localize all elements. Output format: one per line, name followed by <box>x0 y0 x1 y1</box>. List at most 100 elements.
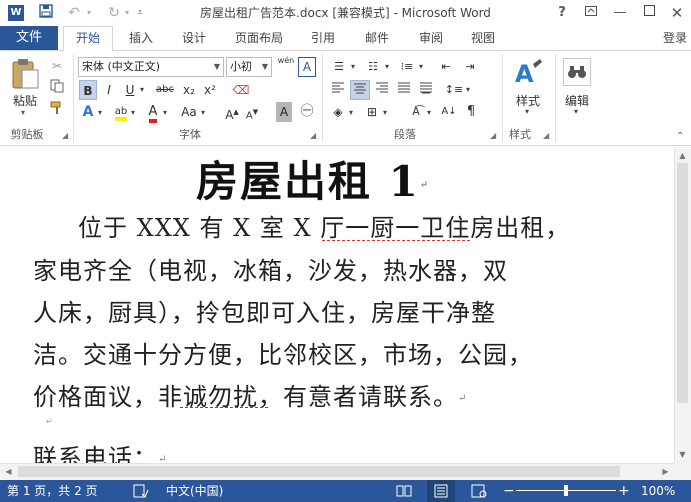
text-effects-icon[interactable]: A <box>79 102 97 122</box>
language-status[interactable]: 中文(中国) <box>166 480 223 502</box>
minimize-button[interactable]: — <box>609 3 631 23</box>
scroll-up-icon[interactable]: ▲ <box>674 147 691 164</box>
shading-icon[interactable]: ◈ <box>328 102 348 122</box>
multilevel-list-icon[interactable]: ⁝≡ <box>396 57 418 77</box>
character-border-button[interactable]: A <box>298 57 316 77</box>
show-marks-icon[interactable]: ¶ <box>462 102 480 122</box>
zoom-slider[interactable] <box>516 485 616 496</box>
styles-button[interactable]: A 样式 ▾ <box>508 56 548 116</box>
bold-button[interactable]: B <box>79 80 97 100</box>
chinese-layout-icon[interactable]: A͡ <box>406 102 426 122</box>
font-size-select[interactable]: 小初 ▼ <box>226 57 272 77</box>
borders-icon[interactable]: ⊞ <box>362 102 382 122</box>
styles-launcher-icon[interactable]: ◢ <box>543 131 549 140</box>
font-family-select[interactable]: 宋体 (中文正文) ▼ <box>78 57 224 77</box>
shrink-font-icon[interactable]: A▼ <box>244 102 260 122</box>
font-color-dropdown-icon[interactable]: ▾ <box>163 108 167 117</box>
align-right-icon[interactable] <box>372 80 392 100</box>
close-button[interactable]: ✕ <box>666 3 688 23</box>
tab-home[interactable]: 开始 <box>63 26 113 51</box>
tab-insert[interactable]: 插入 <box>120 26 162 50</box>
font-color-icon[interactable]: A <box>144 102 162 123</box>
underline-button[interactable]: U <box>121 80 139 100</box>
tab-page-layout[interactable]: 页面布局 <box>226 26 292 50</box>
horizontal-scroll-thumb[interactable] <box>18 466 620 477</box>
line-spacing-dropdown-icon[interactable]: ▾ <box>466 85 470 94</box>
zoom-out-button[interactable]: − <box>503 480 515 502</box>
character-shading-icon[interactable]: A <box>276 102 292 122</box>
zoom-level[interactable]: 100% <box>641 480 675 502</box>
paragraph-launcher-icon[interactable]: ◢ <box>490 131 496 140</box>
tab-design[interactable]: 设计 <box>172 26 216 50</box>
document-line-3[interactable]: 人床，厨具），拎包即可入住，房屋干净整 <box>33 293 496 328</box>
enclose-characters-icon[interactable]: ㊀ <box>298 102 316 122</box>
bullets-dropdown-icon[interactable]: ▾ <box>351 62 355 71</box>
copy-icon[interactable] <box>48 79 66 99</box>
justify-icon[interactable] <box>394 80 414 100</box>
superscript-button[interactable]: x² <box>201 80 219 100</box>
shading-dropdown-icon[interactable]: ▾ <box>349 108 353 117</box>
paste-button[interactable]: 粘贴 <box>8 58 42 110</box>
sort-icon[interactable]: A↓ <box>440 102 458 122</box>
underline-dropdown-icon[interactable]: ▾ <box>140 85 144 94</box>
line-spacing-icon[interactable]: ↕≡ <box>444 80 464 100</box>
clipboard-launcher-icon[interactable]: ◢ <box>62 131 68 140</box>
page-count-status[interactable]: 第 1 页，共 2 页 <box>7 480 98 502</box>
document-line-4[interactable]: 洁。交通十分方便，比邻校区，市场，公园， <box>33 335 533 370</box>
tab-file[interactable]: 文件 <box>0 26 58 50</box>
document-line-2[interactable]: 家电齐全（电视，冰箱，沙发，热水器，双 <box>33 251 508 286</box>
scroll-right-icon[interactable]: ▶ <box>657 463 674 480</box>
phonetic-guide-button[interactable]: wén <box>276 56 296 76</box>
redo-dropdown-icon[interactable]: ▾ <box>122 4 132 22</box>
save-icon[interactable] <box>36 4 56 22</box>
change-case-dropdown-icon[interactable]: ▾ <box>201 108 205 117</box>
editing-button[interactable]: 编辑 ▾ <box>560 56 594 116</box>
decrease-indent-icon[interactable]: ⇤ <box>436 57 456 77</box>
undo-dropdown-icon[interactable]: ▾ <box>84 4 94 22</box>
change-case-button[interactable]: Aa <box>178 102 200 122</box>
web-layout-icon[interactable] <box>471 480 487 502</box>
format-painter-icon[interactable] <box>48 101 66 121</box>
vertical-scroll-thumb[interactable] <box>677 163 688 403</box>
numbering-icon[interactable]: ☷ <box>362 57 384 77</box>
zoom-in-button[interactable]: + <box>618 480 630 502</box>
signin-link[interactable]: 登录 <box>663 26 691 50</box>
highlight-icon[interactable]: ab <box>112 102 130 122</box>
ribbon-display-options-icon[interactable] <box>580 3 602 23</box>
scroll-down-icon[interactable]: ▼ <box>674 446 691 463</box>
document-title[interactable]: 房屋出租 1↵ <box>196 148 430 209</box>
redo-icon[interactable]: ↻ <box>106 4 122 22</box>
scroll-left-icon[interactable]: ◀ <box>0 463 17 480</box>
borders-dropdown-icon[interactable]: ▾ <box>383 108 387 117</box>
subscript-button[interactable]: x₂ <box>180 80 198 100</box>
align-center-icon[interactable] <box>350 80 370 100</box>
highlight-dropdown-icon[interactable]: ▾ <box>131 108 135 117</box>
collapse-ribbon-icon[interactable]: ⌃ <box>676 131 684 142</box>
italic-button[interactable]: I <box>100 80 118 100</box>
paste-dropdown-icon[interactable]: ▾ <box>21 108 25 117</box>
numbering-dropdown-icon[interactable]: ▾ <box>385 62 389 71</box>
print-layout-icon[interactable] <box>427 480 455 502</box>
text-effects-dropdown-icon[interactable]: ▾ <box>98 108 102 117</box>
align-left-icon[interactable] <box>328 80 348 100</box>
strikethrough-button[interactable]: abc <box>154 80 176 100</box>
customize-qat-icon[interactable]: ⩡ <box>134 4 146 22</box>
help-button[interactable]: ? <box>551 3 573 23</box>
maximize-button[interactable] <box>638 3 660 23</box>
undo-icon[interactable]: ↶ <box>66 4 82 22</box>
proofing-icon[interactable] <box>133 480 149 502</box>
multilevel-dropdown-icon[interactable]: ▾ <box>419 62 423 71</box>
cut-icon[interactable]: ✂ <box>48 56 66 76</box>
read-mode-icon[interactable] <box>396 480 412 502</box>
clear-formatting-icon[interactable]: ⌫ <box>232 80 250 100</box>
chinese-layout-dropdown-icon[interactable]: ▾ <box>427 108 431 117</box>
bullets-icon[interactable]: ☰ <box>328 57 350 77</box>
grow-font-icon[interactable]: A▲ <box>224 102 240 122</box>
tab-references[interactable]: 引用 <box>302 26 344 50</box>
font-launcher-icon[interactable]: ◢ <box>310 131 316 140</box>
tab-mailings[interactable]: 邮件 <box>356 26 398 50</box>
tab-view[interactable]: 视图 <box>462 26 504 50</box>
tab-review[interactable]: 审阅 <box>410 26 452 50</box>
distributed-icon[interactable] <box>416 80 436 100</box>
zoom-slider-thumb[interactable] <box>564 485 568 496</box>
